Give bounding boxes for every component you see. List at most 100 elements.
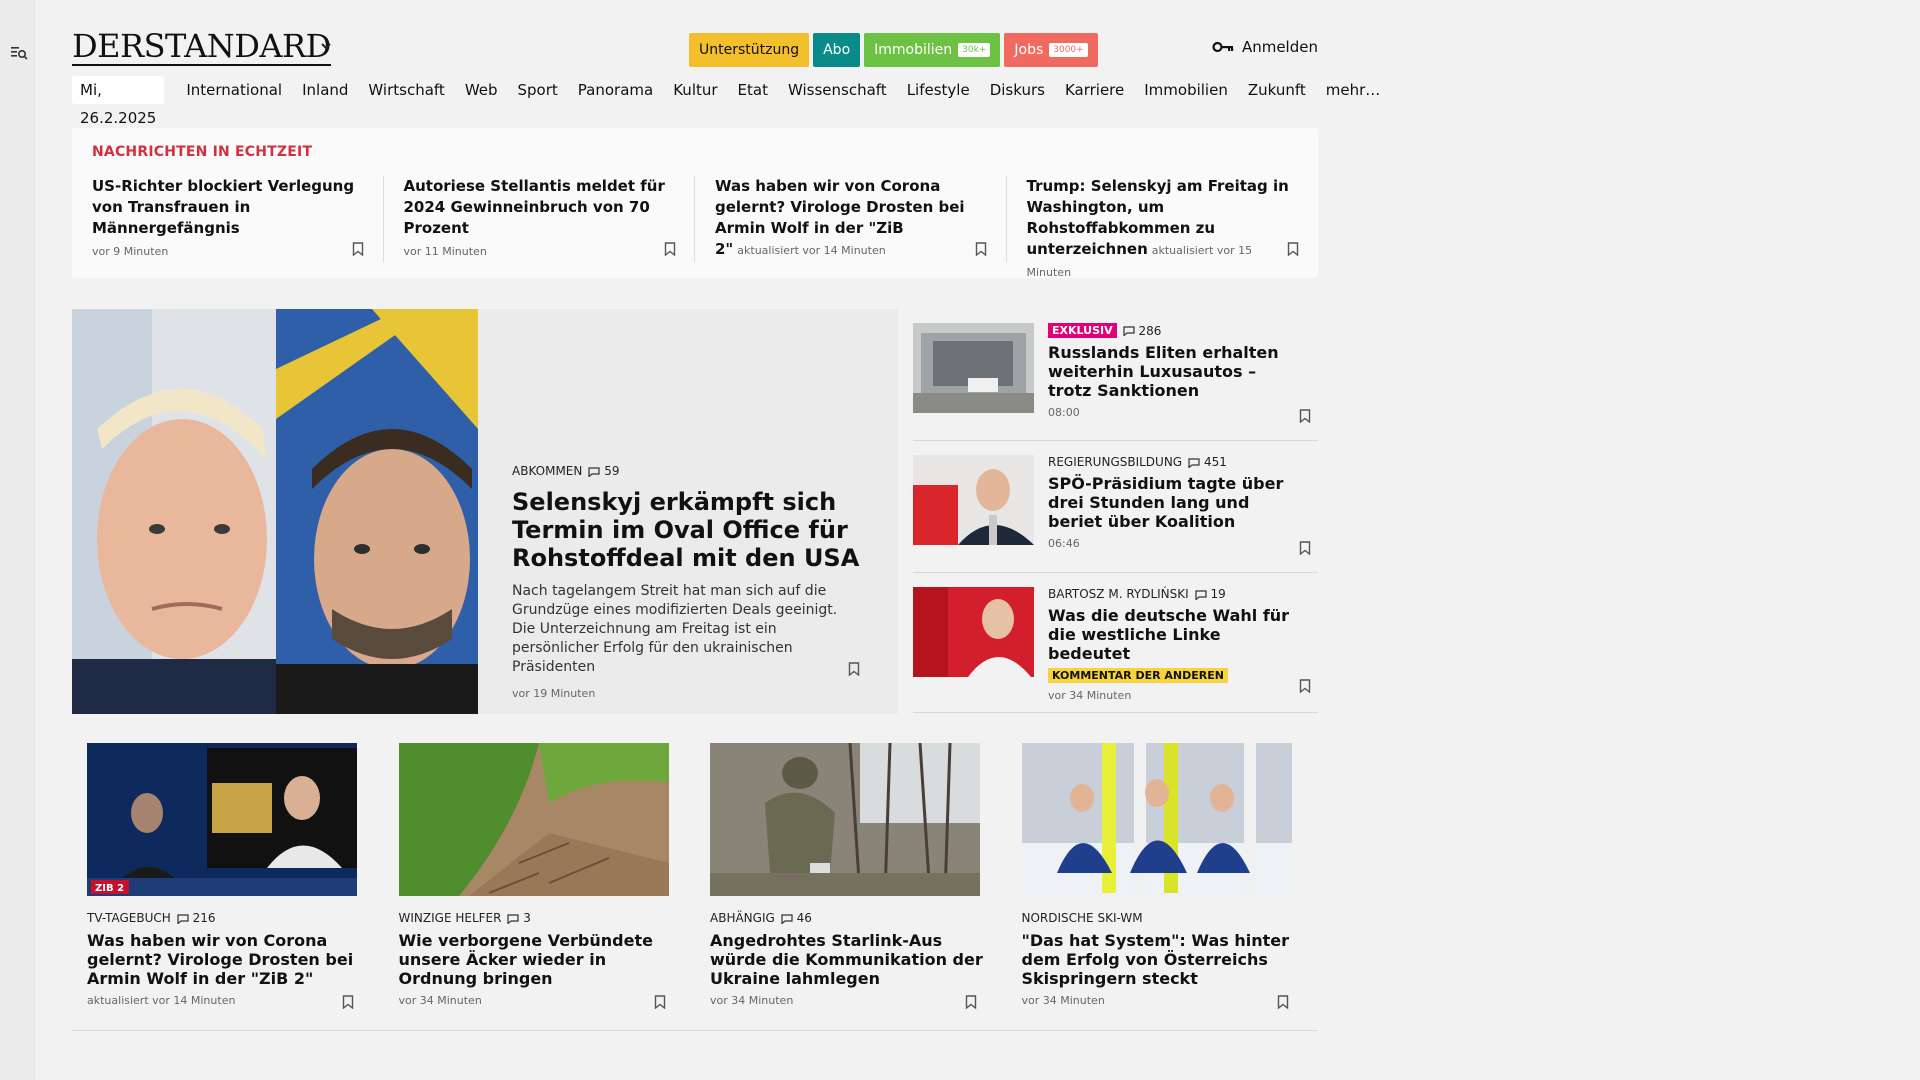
side-comments[interactable]: 451 [1188, 455, 1227, 469]
live-item[interactable]: Autoriese Stellantis meldet für 2024 Gew… [384, 176, 695, 262]
bookmark-icon[interactable] [1287, 242, 1299, 256]
side-item[interactable]: EXKLUSIV 286 Russlands Eliten erhalten w… [913, 309, 1318, 441]
comment-icon [1188, 457, 1200, 468]
side-comments[interactable]: 286 [1123, 323, 1162, 338]
nav-item-mehr[interactable]: mehr… [1316, 76, 1391, 104]
side-title[interactable]: SPÖ-Präsidium tagte über drei Stunden la… [1048, 474, 1303, 531]
nav-item-inland[interactable]: Inland [292, 76, 358, 104]
teaser-title[interactable]: Angedrohtes Starlink-Aus würde die Kommu… [710, 931, 992, 988]
immobilien-button[interactable]: Immobilien 30k+ [864, 33, 1001, 67]
teaser-time: aktualisiert vor 14 Minuten [87, 994, 236, 1007]
side-time: 08:00 [1048, 406, 1080, 419]
bookmark-icon[interactable] [342, 995, 354, 1009]
comment-icon [1123, 326, 1135, 336]
side-title[interactable]: Russlands Eliten erhalten weiterhin Luxu… [1048, 343, 1303, 400]
logo[interactable]: DERSTANDARD [72, 28, 331, 66]
side-item[interactable]: BARTOSZ M. RYDLIŃSKI 19 Was die deutsche… [913, 573, 1318, 713]
nav-item-web[interactable]: Web [455, 76, 508, 104]
bookmark-icon[interactable] [848, 662, 860, 676]
side-image[interactable] [913, 587, 1034, 677]
hero-article[interactable]: ABKOMMEN 59 Selenskyj erkämpft sich Term… [72, 309, 898, 714]
teaser[interactable]: ABHÄNGIG 46 Angedrohtes Starlink-Aus wür… [695, 743, 1007, 1031]
search-menu-icon[interactable] [10, 44, 28, 62]
side-text: EXKLUSIV 286 Russlands Eliten erhalten w… [1048, 323, 1303, 419]
teaser-comments[interactable]: 216 [177, 911, 216, 925]
teaser-kicker-label: NORDISCHE SKI-WM [1021, 911, 1143, 925]
bookmark-icon[interactable] [664, 242, 676, 256]
live-headline[interactable]: Trump: Selenskyj am Freitag in Washingto… [1027, 176, 1301, 283]
abo-button[interactable]: Abo [813, 33, 861, 67]
teaser-kicker: ABHÄNGIG 46 [710, 911, 992, 925]
nav-item-diskurs[interactable]: Diskurs [980, 76, 1055, 104]
live-headline[interactable]: Was haben wir von Corona gelernt? Virolo… [715, 176, 988, 261]
teaser[interactable]: NORDISCHE SKI-WM "Das hat System": Was h… [1006, 743, 1318, 1031]
login-button[interactable]: Anmelden [1212, 38, 1318, 56]
key-icon [1212, 41, 1234, 53]
teaser-title[interactable]: "Das hat System": Was hinter dem Erfolg … [1022, 931, 1304, 988]
side-title[interactable]: Was die deutsche Wahl für die westliche … [1048, 606, 1303, 663]
jobs-label: Jobs [1014, 42, 1044, 58]
bookmark-icon[interactable] [352, 242, 364, 256]
nav-item-etat[interactable]: Etat [728, 76, 778, 104]
teaser-image[interactable] [710, 743, 980, 896]
hero-comment-count: 59 [604, 464, 620, 478]
side-image[interactable] [913, 323, 1034, 413]
side-kicker-label: BARTOSZ M. RYDLIŃSKI [1048, 587, 1189, 601]
nav-item-karriere[interactable]: Karriere [1055, 76, 1134, 104]
side-comments[interactable]: 19 [1195, 587, 1226, 601]
live-time: vor 11 Minuten [403, 245, 487, 258]
hero-comments[interactable]: 59 [588, 464, 619, 478]
header: DERSTANDARD Unterstützung Abo Immobilien… [72, 28, 1318, 68]
live-item[interactable]: Was haben wir von Corona gelernt? Virolo… [695, 176, 1007, 262]
live-item[interactable]: US-Richter blockiert Verlegung von Trans… [72, 176, 384, 262]
nav-item-kultur[interactable]: Kultur [663, 76, 727, 104]
hero-kicker: ABKOMMEN 59 [512, 464, 862, 478]
teaser-comment-count: 216 [192, 911, 216, 925]
teaser-image[interactable] [398, 743, 669, 896]
teaser-title[interactable]: Was haben wir von Corona gelernt? Virolo… [87, 931, 369, 988]
bookmark-icon[interactable] [1299, 679, 1311, 693]
teaser[interactable]: WINZIGE HELFER 3 Wie verborgene Verbünde… [383, 743, 695, 1031]
nav-item-sport[interactable]: Sport [508, 76, 568, 104]
side-image[interactable] [913, 455, 1034, 545]
bookmark-icon[interactable] [1299, 409, 1311, 423]
teaser-comment-count: 46 [796, 911, 812, 925]
side-item[interactable]: REGIERUNGSBILDUNG 451 SPÖ-Präsidium tagt… [913, 441, 1318, 573]
comment-icon [781, 913, 793, 924]
jobs-count: 3000+ [1049, 43, 1088, 57]
live-headline[interactable]: US-Richter blockiert Verlegung von Trans… [92, 176, 365, 239]
side-comment-count: 286 [1138, 323, 1162, 338]
bookmark-icon[interactable] [654, 995, 666, 1009]
teaser-comments[interactable]: 3 [507, 911, 531, 925]
date-chip: Mi, 26.2.2025 [72, 76, 165, 127]
hero-title[interactable]: Selenskyj erkämpft sich Termin im Oval O… [512, 488, 862, 572]
bookmark-icon[interactable] [1299, 541, 1311, 555]
teaser-image[interactable] [1021, 743, 1292, 896]
live-item[interactable]: Trump: Selenskyj am Freitag in Washingto… [1007, 176, 1319, 279]
comment-of-others-badge: KOMMENTAR DER ANDEREN [1048, 668, 1228, 683]
nav-item-international[interactable]: International [176, 76, 292, 104]
nav-item-zukunft[interactable]: Zukunft [1238, 76, 1316, 104]
teaser-comments[interactable]: 46 [781, 911, 812, 925]
comment-icon [507, 913, 520, 924]
chevron-down-icon[interactable] [320, 40, 332, 52]
hero-image[interactable] [72, 309, 478, 714]
bookmark-icon[interactable] [1277, 995, 1289, 1009]
nav-item-panorama[interactable]: Panorama [568, 76, 663, 104]
live-headline[interactable]: Autoriese Stellantis meldet für 2024 Gew… [404, 176, 677, 239]
side-time: 06:46 [1048, 537, 1080, 550]
live-ticker: NACHRICHTEN IN ECHTZEIT US-Richter block… [72, 128, 1319, 279]
teaser-time: vor 34 Minuten [710, 994, 794, 1007]
nav-item-wirtschaft[interactable]: Wirtschaft [358, 76, 454, 104]
support-button[interactable]: Unterstützung [689, 33, 810, 67]
jobs-button[interactable]: Jobs 3000+ [1004, 33, 1098, 67]
bookmark-icon[interactable] [975, 242, 987, 256]
teaser-title[interactable]: Wie verborgene Verbündete unsere Äcker w… [399, 931, 681, 988]
teaser[interactable]: ZIB 2 TV-TAGEBUCH 216 Was haben wir von … [72, 743, 384, 1031]
nav-item-immobilien[interactable]: Immobilien [1134, 76, 1238, 104]
teaser-image[interactable]: ZIB 2 [87, 743, 357, 896]
nav-item-wissenschaft[interactable]: Wissenschaft [778, 76, 897, 104]
teaser-kicker: NORDISCHE SKI-WM [1022, 911, 1304, 925]
nav-item-lifestyle[interactable]: Lifestyle [897, 76, 980, 104]
bookmark-icon[interactable] [965, 995, 977, 1009]
